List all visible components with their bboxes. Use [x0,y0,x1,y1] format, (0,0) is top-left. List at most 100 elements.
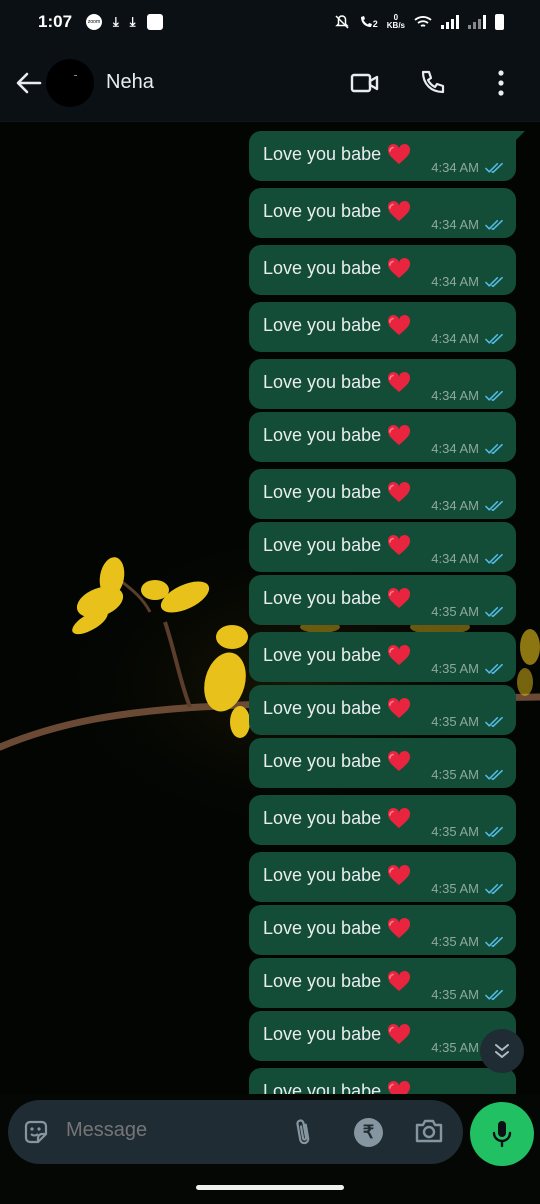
message-meta: 4:35 AM [431,661,504,676]
message-bubble[interactable]: Love you babe 4:35 AM [249,575,516,625]
download-icon: ⤓ [113,14,119,29]
message-meta: 4:34 AM [431,331,504,346]
video-call-icon [350,73,379,92]
more-options-button[interactable] [484,66,518,100]
message-bubble[interactable]: Love you babe 4:34 AM [249,522,516,572]
signal-icon-secondary [468,15,486,29]
read-receipt-icon [485,162,504,174]
message-text-row: Love you babe [263,1023,411,1045]
navigation-bar [0,1170,540,1204]
heart-emoji-icon [387,587,411,609]
message-meta: 4:35 AM [431,714,504,729]
message-input[interactable] [66,1119,266,1142]
message-bubble[interactable]: Love you babe 4:34 AM [249,245,516,295]
mic-icon [492,1121,512,1148]
message-bubble[interactable]: Love you babe 4:34 AM [249,359,516,409]
wifi-icon [414,16,432,27]
message-meta: 4:34 AM [431,498,504,513]
message-time: 4:35 AM [431,1040,479,1055]
heart-emoji-icon [387,644,411,666]
message-bubble[interactable]: Love you babe 4:34 AM [249,188,516,238]
message-bubble[interactable]: Love you babe 4:34 AM [249,302,516,352]
message-meta: 4:35 AM [431,767,504,782]
message-meta: 4:35 AM [431,824,504,839]
heart-emoji-icon [387,807,411,829]
message-bubble[interactable]: Love you babe 4:34 AM [249,412,516,462]
message-meta: 4:35 AM [431,934,504,949]
scroll-down-icon [495,1044,509,1058]
status-time: 1:07 [38,12,73,31]
message-text: Love you babe [263,864,382,885]
heart-emoji-icon [387,314,411,336]
message-text-row: Love you babe [263,587,411,609]
heart-emoji-icon [387,424,411,446]
message-bubble[interactable]: Love you babe 4:35 AM [249,795,516,845]
video-call-button[interactable] [348,66,382,100]
message-text-row: Love you babe [263,143,411,165]
message-meta: 4:34 AM [431,274,504,289]
sticker-button[interactable] [22,1118,50,1146]
zoom-notification-icon: zoom [86,14,103,30]
message-bubble[interactable]: Love you babe 4:35 AM [249,958,516,1008]
message-text: Love you babe [263,424,382,445]
heart-emoji-icon [387,200,411,222]
voice-call-icon [421,70,445,93]
home-gesture-bar[interactable] [196,1185,344,1190]
camera-icon [415,1119,443,1143]
heart-emoji-icon [387,917,411,939]
message-bubble[interactable]: Love you babe 4:35 AM [249,852,516,902]
status-bar: 1:07 zoom ⤓ ⤓ 2 0 KB/s [0,0,540,44]
read-receipt-icon [485,826,504,838]
message-bubble[interactable]: Love you babe 4:35 AM [249,738,516,788]
read-receipt-icon [485,390,504,402]
payment-button[interactable]: ₹ [354,1118,383,1147]
message-time: 4:35 AM [431,767,479,782]
message-text: Love you babe [263,143,382,164]
message-text: Love you babe [263,970,382,991]
scroll-to-bottom-button[interactable] [480,1029,524,1073]
read-receipt-icon [485,716,504,728]
message-text-row: Love you babe [263,257,411,279]
read-receipt-icon [485,936,504,948]
message-text: Love you babe [263,371,382,392]
message-bubble[interactable]: Love you babe 4:34 AM [249,131,525,181]
chat-header: Neha [0,44,540,122]
read-receipt-icon [485,663,504,675]
message-time: 4:34 AM [431,160,479,175]
contact-name[interactable]: Neha [106,71,154,94]
message-text-row: Love you babe [263,917,411,939]
attach-button[interactable] [292,1117,316,1147]
heart-emoji-icon [387,534,411,556]
more-options-icon [498,69,504,96]
composer: ₹ [0,1094,540,1170]
heart-emoji-icon [387,257,411,279]
message-meta: 4:35 AM [431,881,504,896]
message-text-row: Love you babe [263,644,411,666]
message-bubble[interactable]: Love you babe 4:34 AM [249,469,516,519]
read-receipt-icon [485,989,504,1001]
message-text-row: Love you babe [263,697,411,719]
message-meta: 4:34 AM [431,441,504,456]
message-text: Love you babe [263,1023,382,1044]
voice-record-button[interactable] [470,1102,534,1166]
message-bubble[interactable]: Love you babe 4:35 AM [249,905,516,955]
chat-screen: 1:07 zoom ⤓ ⤓ 2 0 KB/s Neha Love you bab… [0,0,540,1204]
message-bubble[interactable]: Love you babe 4:35 AM [249,1011,516,1061]
message-meta: 4:35 AM [431,604,504,619]
message-text: Love you babe [263,697,382,718]
voice-call-button[interactable] [416,66,450,100]
message-bubble[interactable]: Love you babe 4:35 AM [249,685,516,735]
message-time: 4:35 AM [431,881,479,896]
read-receipt-icon [485,219,504,231]
message-time: 4:35 AM [431,824,479,839]
message-text-row: Love you babe [263,200,411,222]
read-receipt-icon [485,333,504,345]
message-bubble[interactable]: Love you babe 4:35 AM [249,632,516,682]
message-bubble[interactable]: Love you babe [249,1068,516,1101]
avatar[interactable] [46,58,94,107]
message-text: Love you babe [263,587,382,608]
message-meta: 4:35 AM [431,987,504,1002]
message-time: 4:35 AM [431,987,479,1002]
camera-button[interactable] [414,1117,444,1145]
message-meta: 4:34 AM [431,551,504,566]
